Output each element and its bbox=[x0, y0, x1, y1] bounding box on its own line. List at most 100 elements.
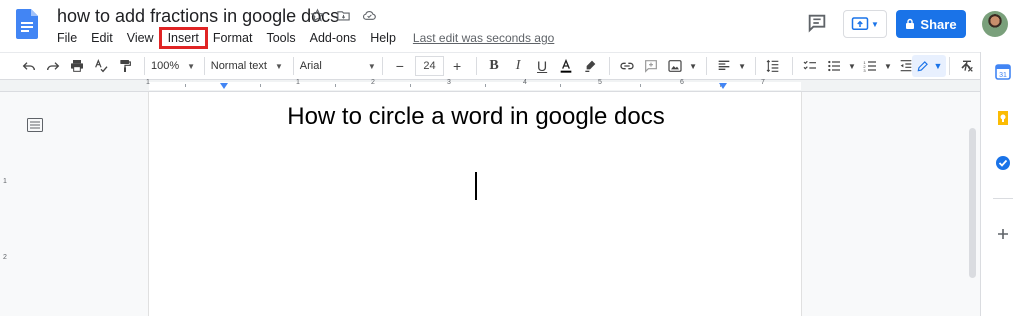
ruler-label: 1 bbox=[3, 178, 7, 185]
add-comment-icon[interactable] bbox=[640, 55, 662, 77]
menu-view[interactable]: View bbox=[120, 29, 161, 47]
insert-image-icon[interactable] bbox=[664, 55, 686, 77]
document-outline-icon[interactable] bbox=[27, 118, 43, 132]
ruler-tick bbox=[640, 84, 641, 87]
lock-icon bbox=[906, 18, 915, 29]
ruler-text-area bbox=[149, 82, 801, 90]
ruler-label: 1 bbox=[146, 79, 150, 86]
font-select[interactable]: Arial ▼ bbox=[300, 55, 376, 77]
spellcheck-icon[interactable] bbox=[90, 55, 112, 77]
title-icons bbox=[308, 6, 378, 24]
bold-button[interactable]: B bbox=[483, 55, 505, 77]
style-value: Normal text bbox=[210, 60, 267, 72]
move-to-folder-icon[interactable] bbox=[334, 6, 352, 24]
decrease-font-size-button[interactable]: − bbox=[389, 55, 411, 77]
side-panel: 31 bbox=[980, 52, 1024, 316]
increase-font-size-button[interactable]: + bbox=[446, 55, 468, 77]
zoom-value: 100% bbox=[150, 60, 180, 72]
avatar[interactable] bbox=[982, 11, 1008, 37]
vertical-ruler[interactable]: 1 2 bbox=[0, 92, 12, 316]
ruler-label: 3 bbox=[447, 79, 451, 86]
italic-button[interactable]: I bbox=[507, 55, 529, 77]
print-icon[interactable] bbox=[66, 55, 88, 77]
underline-button[interactable]: U bbox=[531, 55, 553, 77]
redo-icon[interactable] bbox=[42, 55, 64, 77]
menu-file[interactable]: File bbox=[50, 29, 84, 47]
calendar-icon[interactable]: 31 bbox=[995, 64, 1011, 80]
present-icon bbox=[851, 17, 869, 30]
document-page[interactable]: How to circle a word in google docs bbox=[148, 92, 802, 316]
chevron-down-icon: ▼ bbox=[933, 61, 943, 71]
chevron-down-icon[interactable]: ▼ bbox=[737, 55, 747, 77]
toolbar-divider bbox=[381, 57, 383, 75]
last-edit-link[interactable]: Last edit was seconds ago bbox=[413, 31, 554, 45]
align-left-icon[interactable] bbox=[713, 55, 735, 77]
comment-history-icon[interactable] bbox=[806, 12, 828, 34]
ruler-label: 2 bbox=[371, 79, 375, 86]
docs-logo-icon[interactable] bbox=[16, 9, 38, 39]
document-heading[interactable]: How to circle a word in google docs bbox=[149, 103, 803, 131]
paragraph-style-select[interactable]: Normal text ▼ bbox=[211, 55, 287, 77]
ruler-label: 2 bbox=[3, 254, 7, 261]
ruler-label: 6 bbox=[680, 79, 684, 86]
star-icon[interactable] bbox=[308, 6, 326, 24]
chevron-down-icon[interactable]: ▼ bbox=[688, 55, 698, 77]
header: how to add fractions in google docs File… bbox=[0, 0, 1024, 52]
document-title[interactable]: how to add fractions in google docs bbox=[57, 6, 339, 27]
vertical-scrollbar[interactable] bbox=[969, 128, 976, 278]
toolbar-divider bbox=[144, 57, 145, 75]
toolbar-divider bbox=[609, 57, 611, 75]
toolbar-divider bbox=[755, 57, 756, 75]
keep-icon[interactable] bbox=[995, 110, 1011, 126]
ruler-label: 7 bbox=[761, 79, 765, 86]
ruler-tick bbox=[560, 84, 561, 87]
right-indent-marker[interactable] bbox=[719, 83, 727, 89]
menu-edit[interactable]: Edit bbox=[84, 29, 120, 47]
editing-mode-button[interactable]: ▼ bbox=[912, 55, 946, 77]
chevron-down-icon: ▼ bbox=[187, 61, 196, 71]
pencil-icon bbox=[917, 61, 928, 72]
line-spacing-icon[interactable] bbox=[762, 55, 784, 77]
chevron-down-icon[interactable]: ▼ bbox=[847, 55, 857, 77]
menu-tools[interactable]: Tools bbox=[259, 29, 302, 47]
present-button[interactable]: ▼ bbox=[843, 10, 887, 38]
text-cursor bbox=[475, 172, 477, 200]
menu-help[interactable]: Help bbox=[363, 29, 403, 47]
add-icon[interactable] bbox=[995, 226, 1011, 242]
zoom-select[interactable]: 100% ▼ bbox=[151, 55, 198, 77]
side-panel-divider bbox=[993, 198, 1013, 199]
menu-format[interactable]: Format bbox=[206, 29, 260, 47]
ruler-tick bbox=[335, 84, 336, 87]
tasks-icon[interactable] bbox=[995, 155, 1011, 171]
toolbar-divider bbox=[292, 57, 294, 75]
chevron-down-icon[interactable]: ▼ bbox=[883, 55, 893, 77]
ruler-label: 5 bbox=[598, 79, 602, 86]
chevron-down-icon: ▼ bbox=[367, 61, 376, 71]
menu-insert[interactable]: Insert bbox=[158, 27, 208, 49]
numbered-list-icon[interactable]: 123 bbox=[859, 55, 881, 77]
paint-format-icon[interactable] bbox=[114, 55, 136, 77]
toolbar-divider bbox=[706, 57, 708, 75]
ruler-tick bbox=[410, 84, 411, 87]
share-label: Share bbox=[920, 16, 957, 32]
toolbar: 100% ▼ Normal text ▼ Arial ▼ − 24 + B I U ▼… bbox=[0, 52, 980, 80]
text-color-icon[interactable] bbox=[555, 55, 577, 77]
ruler-tick bbox=[185, 84, 186, 87]
font-size-input[interactable]: 24 bbox=[414, 56, 445, 76]
svg-text:3: 3 bbox=[863, 68, 866, 73]
chevron-up-icon[interactable] bbox=[958, 58, 974, 74]
checklist-icon[interactable] bbox=[799, 55, 821, 77]
highlight-color-icon[interactable] bbox=[579, 55, 601, 77]
horizontal-ruler[interactable]: 1 1 2 3 4 5 6 7 bbox=[0, 79, 980, 92]
share-button[interactable]: Share bbox=[896, 10, 966, 38]
left-indent-marker[interactable] bbox=[220, 83, 228, 89]
ruler-tick bbox=[485, 84, 486, 87]
cloud-status-icon[interactable] bbox=[360, 6, 378, 24]
google-docs-window: how to add fractions in google docs File… bbox=[0, 0, 1024, 316]
font-value: Arial bbox=[299, 60, 322, 72]
insert-link-icon[interactable] bbox=[616, 55, 638, 77]
menu-add-ons[interactable]: Add-ons bbox=[303, 29, 364, 47]
ruler-label: 4 bbox=[523, 79, 527, 86]
undo-icon[interactable] bbox=[18, 55, 40, 77]
bulleted-list-icon[interactable] bbox=[823, 55, 845, 77]
